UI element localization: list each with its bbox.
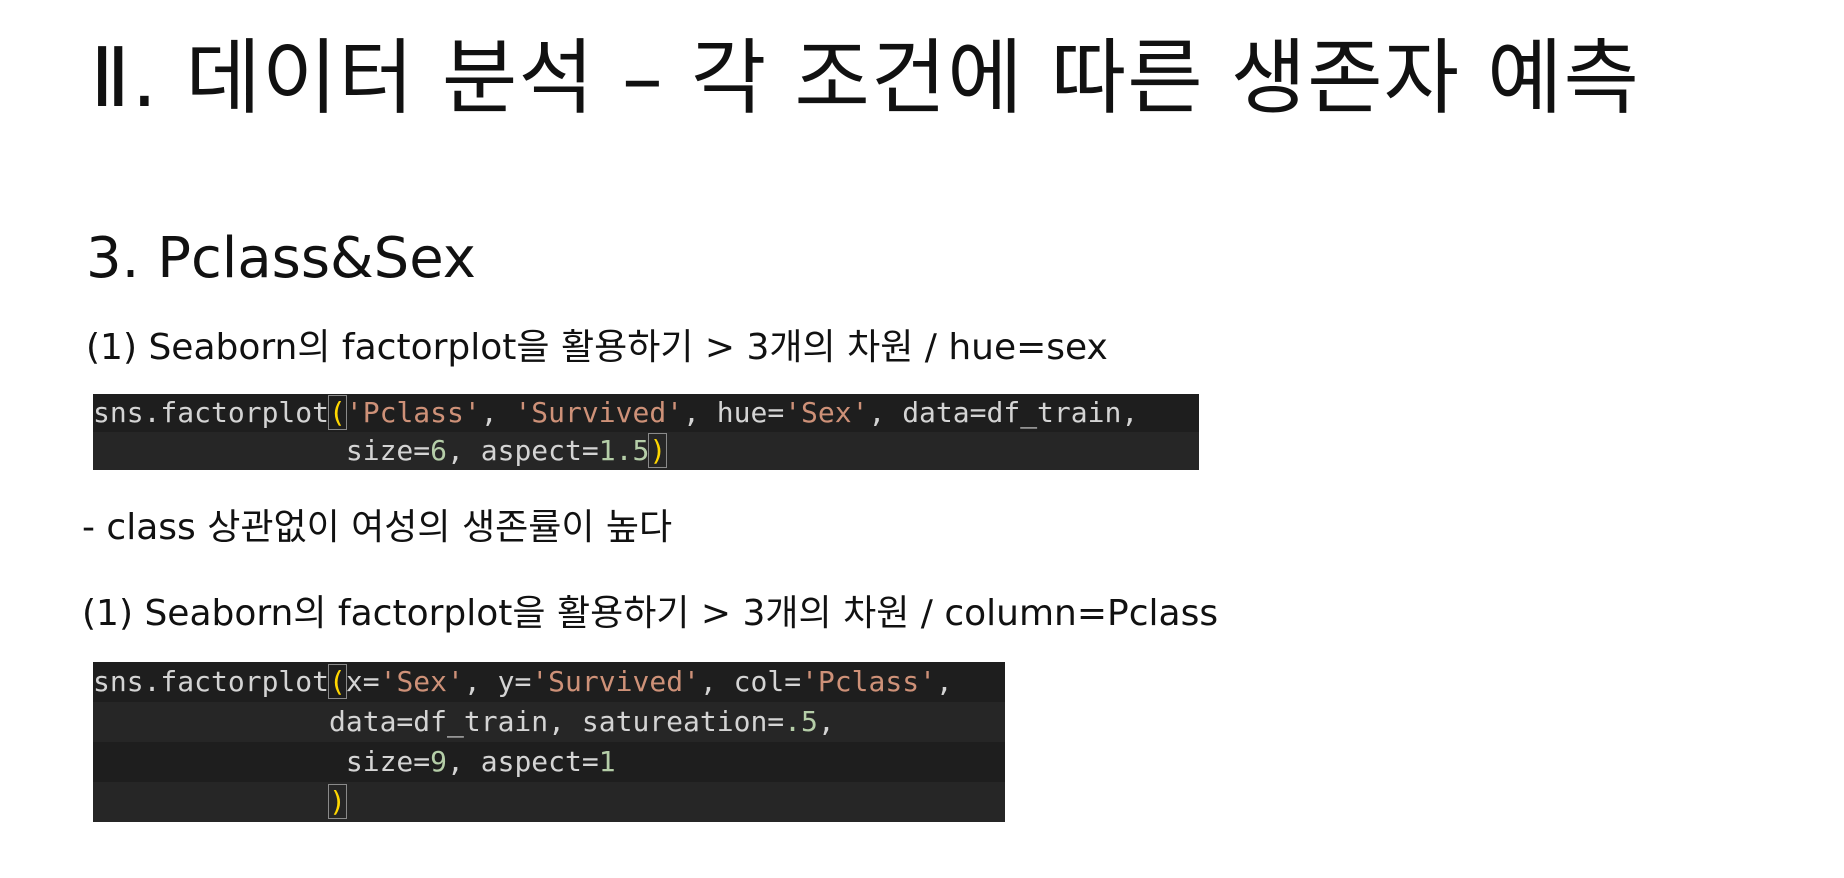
code-bracket: ): [328, 784, 347, 819]
factorplot-column-description: (1) Seaborn의 factorplot을 활용하기 > 3개의 차원 /…: [82, 593, 1219, 634]
code-token: ,: [817, 705, 835, 738]
code-string: 'Pclass': [345, 396, 481, 429]
code-token: x=: [345, 665, 380, 698]
code-number: 1: [598, 745, 616, 778]
code-number: 9: [430, 745, 448, 778]
code-token: sns.factorplot: [93, 665, 330, 698]
code-line: ): [93, 782, 1005, 822]
code-bracket: (: [328, 395, 347, 430]
code-string: 'Sex': [784, 396, 869, 429]
code-string: 'Sex': [379, 665, 464, 698]
code-token: sns.factorplot: [93, 396, 330, 429]
code-string: 'Survived': [514, 396, 684, 429]
code-line: sns.factorplot('Pclass', 'Survived', hue…: [93, 394, 1199, 432]
code-token: size=: [93, 434, 431, 467]
code-line: sns.factorplot(x='Sex', y='Survived', co…: [93, 662, 1005, 702]
code-number: 1.5: [598, 434, 650, 467]
code-token: , aspect=: [447, 745, 599, 778]
code-line: size=6, aspect=1.5): [93, 432, 1199, 470]
code-line: data=df_train, satureation=.5,: [93, 702, 1005, 742]
code-token: , y=: [463, 665, 532, 698]
code-block-column: sns.factorplot(x='Sex', y='Survived', co…: [93, 662, 1005, 822]
code-token: size=: [93, 745, 431, 778]
code-token: ,: [480, 396, 515, 429]
code-bracket: (: [328, 664, 347, 699]
section-heading: 3. Pclass&Sex: [86, 226, 476, 291]
code-token: , aspect=: [447, 434, 599, 467]
code-bracket: ): [648, 433, 668, 468]
code-string: 'Pclass': [801, 665, 936, 698]
code-number: 6: [430, 434, 448, 467]
code-token: data=df_train, satureation=: [93, 705, 785, 738]
survival-observation: - class 상관없이 여성의 생존률이 높다: [82, 507, 673, 548]
code-string: 'Survived': [531, 665, 700, 698]
code-line: size=9, aspect=1: [93, 742, 1005, 782]
slide-title: Ⅱ. 데이터 분석 – 각 조건에 따른 생존자 예측: [90, 31, 1640, 126]
code-token: , hue=: [683, 396, 785, 429]
code-token: , data=df_train,: [868, 396, 1139, 429]
code-block-hue: sns.factorplot('Pclass', 'Survived', hue…: [93, 394, 1199, 470]
code-token: ,: [935, 665, 953, 698]
code-number: .5: [784, 705, 818, 738]
factorplot-hue-description: (1) Seaborn의 factorplot을 활용하기 > 3개의 차원 /…: [86, 327, 1108, 368]
code-token: , col=: [699, 665, 802, 698]
